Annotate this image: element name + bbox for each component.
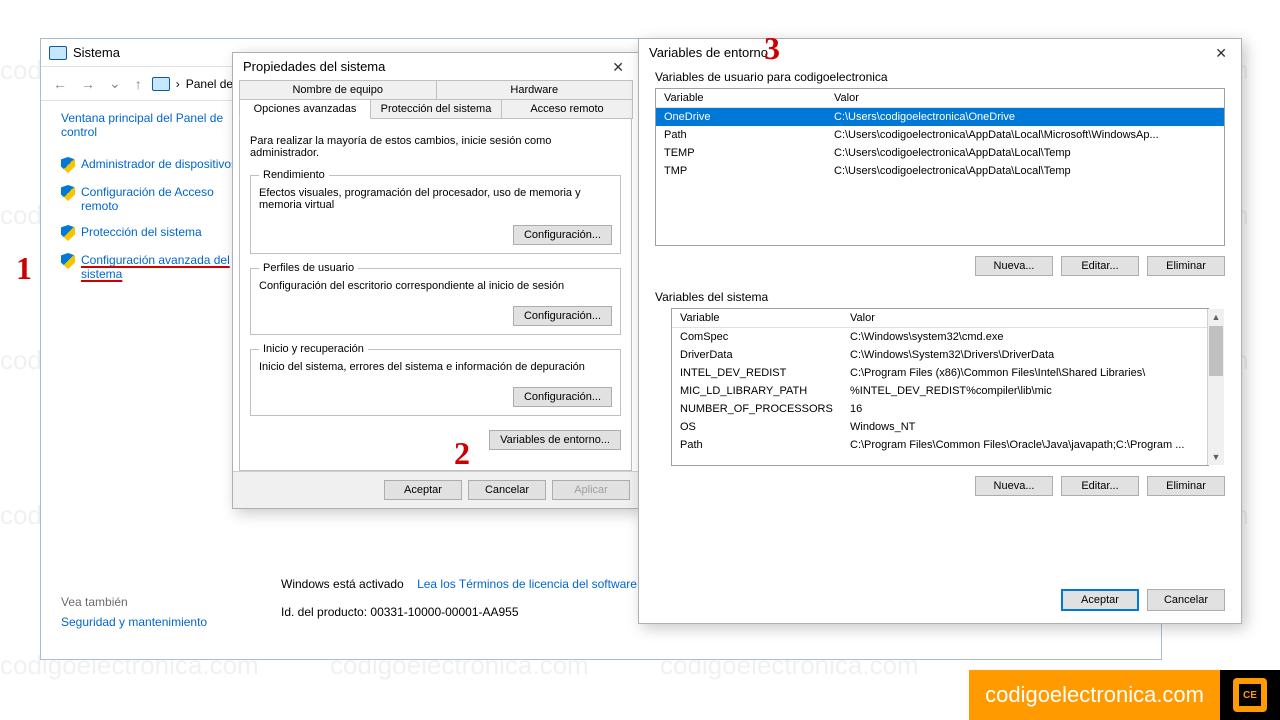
scroll-up-icon[interactable]: ▲ (1208, 309, 1224, 325)
tab-hardware[interactable]: Hardware (436, 80, 634, 100)
user-profiles-legend: Perfiles de usuario (259, 262, 358, 274)
tab-strip: Nombre de equipo Hardware Opciones avanz… (233, 80, 638, 118)
ok-button[interactable]: Aceptar (1061, 589, 1139, 611)
brand-badge: codigoelectronica.com (969, 670, 1280, 720)
see-also-security-link[interactable]: Seguridad y mantenimiento (61, 615, 207, 629)
user-profiles-group: Perfiles de usuario Configuración del es… (250, 262, 621, 335)
user-var-row[interactable]: PathC:\Users\codigoelectronica\AppData\L… (656, 126, 1224, 144)
ok-button[interactable]: Aceptar (384, 480, 462, 500)
sys-var-row[interactable]: INTEL_DEV_REDISTC:\Program Files (x86)\C… (672, 364, 1208, 382)
cancel-button[interactable]: Cancelar (1147, 589, 1225, 611)
back-arrow-icon[interactable]: ← (49, 74, 71, 94)
user-vars-label: Variables de usuario para codigoelectron… (655, 70, 1225, 84)
startup-recovery-group: Inicio y recuperación Inicio del sistema… (250, 343, 621, 416)
scrollbar[interactable]: ▲ ▼ (1207, 309, 1224, 465)
window-title: Sistema (73, 45, 120, 60)
dialog-title: Variables de entorno (639, 39, 1241, 66)
col-value[interactable]: Valor (842, 309, 1208, 328)
sidebar-item-remote-access[interactable]: Configuración de Acceso remoto (81, 185, 246, 213)
admin-note: Para realizar la mayoría de estos cambio… (250, 135, 621, 159)
close-icon[interactable]: ✕ (604, 57, 632, 78)
sys-var-row[interactable]: ComSpecC:\Windows\system32\cmd.exe (672, 328, 1208, 347)
sys-var-row[interactable]: OSWindows_NT (672, 418, 1208, 436)
breadcrumb-separator: › (176, 77, 180, 91)
close-icon[interactable]: ✕ (1207, 43, 1235, 64)
col-variable[interactable]: Variable (672, 309, 842, 328)
performance-text: Efectos visuales, programación del proce… (259, 187, 581, 211)
sys-var-row[interactable]: PathC:\Program Files\Common Files\Oracle… (672, 436, 1208, 454)
sys-delete-button[interactable]: Eliminar (1147, 476, 1225, 496)
startup-recovery-config-button[interactable]: Configuración... (513, 387, 612, 407)
tab-computer-name[interactable]: Nombre de equipo (239, 80, 437, 100)
computer-icon (49, 46, 67, 60)
cancel-button[interactable]: Cancelar (468, 480, 546, 500)
activation-status: Windows está activado (281, 577, 404, 591)
shield-icon (61, 157, 75, 173)
product-id: Id. del producto: 00331-10000-00001-AA95… (281, 605, 647, 619)
startup-recovery-legend: Inicio y recuperación (259, 343, 368, 355)
performance-legend: Rendimiento (259, 169, 329, 181)
apply-button[interactable]: Aplicar (552, 480, 630, 500)
sidebar-item-system-protection[interactable]: Protección del sistema (81, 225, 202, 239)
user-var-row[interactable]: OneDriveC:\Users\codigoelectronica\OneDr… (656, 108, 1224, 127)
brand-chip-icon (1233, 678, 1267, 712)
sys-var-row[interactable]: NUMBER_OF_PROCESSORS16 (672, 400, 1208, 418)
startup-recovery-text: Inicio del sistema, errores del sistema … (259, 361, 585, 373)
shield-icon (61, 225, 75, 241)
user-var-row[interactable]: TEMPC:\Users\codigoelectronica\AppData\L… (656, 144, 1224, 162)
col-value[interactable]: Valor (826, 89, 1224, 108)
sidebar-item-advanced-settings[interactable]: Configuración avanzada del sistema (81, 253, 246, 281)
user-delete-button[interactable]: Eliminar (1147, 256, 1225, 276)
dropdown-chevron-icon[interactable]: ⌄ (105, 73, 125, 94)
license-terms-link[interactable]: Lea los Términos de licencia del softwar… (417, 577, 647, 591)
system-properties-dialog: Propiedades del sistema ✕ Nombre de equi… (232, 52, 639, 509)
sidebar-control-panel-home[interactable]: Ventana principal del Panel de control (61, 111, 246, 139)
breadcrumb[interactable]: Panel de (186, 77, 233, 91)
sys-vars-list[interactable]: Variable Valor ComSpecC:\Windows\system3… (671, 308, 1209, 466)
annotation-1: 1 (16, 250, 32, 287)
computer-icon (152, 77, 170, 91)
sys-new-button[interactable]: Nueva... (975, 476, 1053, 496)
sys-edit-button[interactable]: Editar... (1061, 476, 1139, 496)
sys-var-row[interactable]: MIC_LD_LIBRARY_PATH%INTEL_DEV_REDIST%com… (672, 382, 1208, 400)
environment-variables-dialog: Variables de entorno ✕ Variables de usua… (638, 38, 1242, 624)
scroll-down-icon[interactable]: ▼ (1208, 449, 1224, 465)
shield-icon (61, 253, 75, 269)
scroll-thumb[interactable] (1209, 326, 1223, 376)
up-arrow-icon[interactable]: ↑ (131, 74, 146, 94)
col-variable[interactable]: Variable (656, 89, 826, 108)
sys-var-row[interactable]: DriverDataC:\Windows\System32\Drivers\Dr… (672, 346, 1208, 364)
user-edit-button[interactable]: Editar... (1061, 256, 1139, 276)
user-profiles-text: Configuración del escritorio correspondi… (259, 280, 564, 292)
performance-config-button[interactable]: Configuración... (513, 225, 612, 245)
sys-vars-label: Variables del sistema (655, 290, 1225, 304)
brand-text: codigoelectronica.com (969, 670, 1220, 720)
user-profiles-config-button[interactable]: Configuración... (513, 306, 612, 326)
user-vars-list[interactable]: Variable Valor OneDriveC:\Users\codigoel… (655, 88, 1225, 246)
tab-advanced-options[interactable]: Opciones avanzadas (239, 99, 371, 119)
environment-variables-button[interactable]: Variables de entorno... (489, 430, 621, 450)
tab-system-protection[interactable]: Protección del sistema (370, 99, 502, 119)
user-var-row[interactable]: TMPC:\Users\codigoelectronica\AppData\Lo… (656, 162, 1224, 180)
sidebar-item-device-manager[interactable]: Administrador de dispositivos (81, 157, 237, 171)
shield-icon (61, 185, 75, 201)
performance-group: Rendimiento Efectos visuales, programaci… (250, 169, 621, 254)
user-new-button[interactable]: Nueva... (975, 256, 1053, 276)
tab-remote-access[interactable]: Acceso remoto (501, 99, 633, 119)
see-also-header: Vea también (61, 595, 207, 609)
dialog-title: Propiedades del sistema (233, 53, 638, 80)
forward-arrow-icon[interactable]: → (77, 74, 99, 94)
